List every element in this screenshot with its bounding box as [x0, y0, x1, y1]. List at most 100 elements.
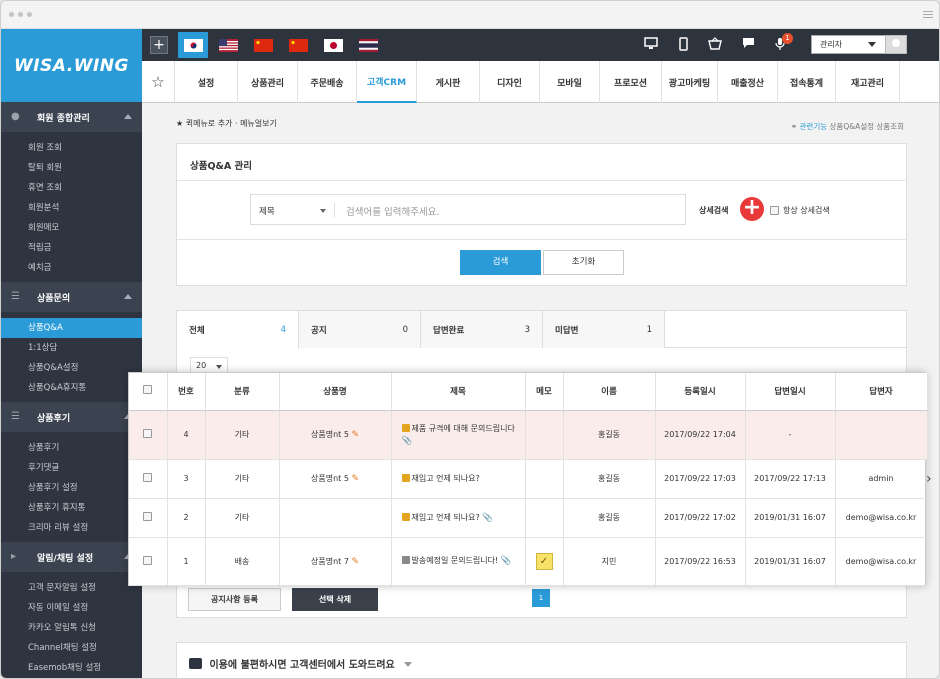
delete-selected-button[interactable]: 선택 삭제 — [292, 588, 378, 611]
column-header[interactable]: 답변일시 — [745, 373, 836, 411]
nav-item-ad-marketing[interactable]: 광고마케팅 — [662, 61, 718, 103]
add-icon[interactable]: + — [150, 36, 168, 54]
row-checkbox[interactable] — [143, 512, 153, 521]
mobile-icon[interactable] — [679, 37, 688, 54]
row-checkbox[interactable] — [143, 555, 153, 565]
sidebar-item[interactable]: 후기댓글 — [1, 458, 142, 478]
sidebar-item[interactable]: 상품후기 설정 — [1, 478, 142, 498]
manual-link[interactable]: 메뉴얼보기 — [240, 119, 277, 128]
chevron-down-icon[interactable] — [404, 662, 413, 667]
sidebar-item[interactable]: Channel채팅 설정 — [1, 638, 142, 658]
china-flag-icon[interactable] — [283, 32, 313, 58]
sidebar-item[interactable]: 크리마 리뷰 설정 — [1, 518, 142, 538]
advanced-search-plus-icon[interactable]: + — [740, 197, 764, 221]
column-header[interactable]: 분류 — [205, 373, 280, 411]
search-button[interactable]: 검색 — [460, 250, 541, 275]
china-flag-icon[interactable] — [248, 32, 278, 58]
japan-flag-icon[interactable] — [318, 32, 348, 58]
sidebar-item[interactable]: 회원메모 — [1, 218, 142, 238]
sidebar-item[interactable]: 고객 문자알림 설정 — [1, 578, 142, 598]
column-header[interactable]: 이름 — [563, 373, 656, 411]
search-field-select[interactable]: 제목 — [259, 205, 275, 217]
sidebar-section-product-inquiry[interactable]: ☰ 상품문의 — [1, 282, 142, 312]
table-row[interactable]: 3 기타 상품명nt 5 ✎ 재입고 언제 되나요? 홍길동 2017/09/2… — [129, 459, 928, 499]
nav-item-promotion[interactable]: 프로모션 — [600, 61, 662, 103]
pencil-icon[interactable]: ✎ — [351, 474, 359, 484]
nav-item-orders[interactable]: 주문배송 — [298, 61, 357, 103]
sidebar-item[interactable]: 회원 조회 — [1, 138, 142, 158]
column-header[interactable]: 상품명 — [279, 373, 392, 411]
sidebar-section-members[interactable]: ● 회원 종합관리 — [1, 102, 142, 132]
register-notice-button[interactable]: 공지사항 등록 — [188, 588, 281, 611]
basket-icon[interactable] — [708, 37, 722, 53]
favorites-star-icon[interactable]: ☆ — [142, 61, 175, 102]
sidebar-item[interactable]: Easemob채팅 설정 — [1, 658, 142, 678]
nav-item-board[interactable]: 게시판 — [417, 61, 480, 103]
tab-notice[interactable]: 공지 0 — [299, 311, 421, 348]
tab-unanswered[interactable]: 미답변 1 — [543, 311, 665, 348]
avatar[interactable] — [885, 35, 907, 54]
row-title[interactable]: 발송예정일 문의드립니다! — [412, 556, 499, 565]
sidebar-section-reviews[interactable]: ☰ 상품후기 — [1, 402, 142, 432]
row-product[interactable]: 상품명nt 5 — [311, 474, 349, 483]
page-number[interactable]: 1 — [532, 589, 550, 607]
always-advanced-option[interactable]: 항상 상세검색 — [770, 205, 830, 216]
column-header[interactable]: 답변자 — [835, 373, 928, 411]
help-bar[interactable]: 이용에 불편하시면 고객센터에서 도와드려요 — [176, 642, 907, 678]
sidebar-item[interactable]: 예치금 — [1, 258, 142, 278]
memo-icon[interactable]: ✓ — [535, 552, 553, 570]
collapse-icon[interactable] — [124, 294, 132, 299]
nav-item-design[interactable]: 디자인 — [480, 61, 540, 103]
table-row[interactable]: 1 배송 상품명nt 7 ✎ 발송예정일 문의드립니다! 📎 ✓ 지민 2017… — [129, 537, 928, 586]
row-title[interactable]: 재입고 언제 되나요? — [412, 474, 480, 483]
row-product[interactable]: 상품명nt 5 — [311, 430, 349, 439]
nav-item-mobile[interactable]: 모바일 — [540, 61, 600, 103]
column-header[interactable]: 번호 — [167, 373, 206, 411]
reset-button[interactable]: 초기화 — [543, 250, 624, 275]
table-row[interactable]: 4 기타 상품명nt 5 ✎ 제품 규격에 대해 문의드립니다 📎 홍길동 20… — [129, 410, 928, 460]
nav-item-crm[interactable]: 고객CRM — [357, 61, 417, 103]
column-header[interactable]: 메모 — [525, 373, 564, 411]
sidebar-item-active[interactable]: 상품Q&A — [1, 318, 142, 338]
table-row[interactable]: 2 기타 재입고 언제 되나요? 📎 홍길동 2017/09/22 17:02 … — [129, 498, 928, 538]
related-link[interactable]: 상품Q&A설정 상품조회 — [830, 122, 904, 131]
add-quick-menu-link[interactable]: 퀵메뉴로 추가 — [186, 119, 233, 128]
chevron-down-icon[interactable] — [320, 209, 326, 213]
sidebar-item[interactable]: 상품후기 — [1, 438, 142, 458]
column-header[interactable]: 제목 — [391, 373, 526, 411]
sidebar-item[interactable]: 회원분석 — [1, 198, 142, 218]
sidebar-item[interactable]: 1:1상담 — [1, 338, 142, 358]
sidebar-item[interactable]: 상품후기 휴지통 — [1, 498, 142, 518]
search-input[interactable]: 검색어를 입력해주세요. — [346, 204, 439, 218]
checkbox[interactable] — [770, 206, 779, 215]
sidebar-item[interactable]: 적립금 — [1, 238, 142, 258]
nav-item-settings[interactable]: 설정 — [175, 61, 238, 103]
tab-answered[interactable]: 답변완료 3 — [421, 311, 543, 348]
hamburger-icon[interactable] — [923, 9, 933, 20]
nav-item-products[interactable]: 상품관리 — [238, 61, 298, 103]
monitor-icon[interactable] — [644, 37, 658, 53]
row-checkbox[interactable] — [143, 473, 153, 482]
logo[interactable]: WISA.WING — [1, 29, 142, 102]
sidebar-item[interactable]: 상품Q&A설정 — [1, 358, 142, 378]
select-all-checkbox[interactable] — [143, 385, 153, 395]
tab-all[interactable]: 전체 4 — [177, 311, 299, 349]
chat-icon[interactable] — [742, 37, 755, 52]
nav-item-inventory[interactable]: 재고관리 — [836, 61, 900, 103]
row-title[interactable]: 제품 규격에 대해 문의드립니다 — [412, 424, 515, 433]
collapse-icon[interactable] — [124, 114, 132, 119]
row-product[interactable]: 상품명nt 7 — [311, 557, 349, 566]
korea-flag-icon[interactable] — [178, 32, 208, 58]
row-checkbox[interactable] — [143, 429, 153, 438]
sidebar-item[interactable]: 카카오 알림톡 신청 — [1, 618, 142, 638]
sidebar-item[interactable]: 상품Q&A휴지통 — [1, 378, 142, 398]
sidebar-item[interactable]: 휴면 조회 — [1, 178, 142, 198]
column-header[interactable]: 등록일시 — [655, 373, 746, 411]
sidebar-item[interactable]: 탈퇴 회원 — [1, 158, 142, 178]
row-title[interactable]: 재입고 언제 되나요? — [412, 513, 480, 522]
nav-item-sales[interactable]: 매출정산 — [718, 61, 778, 103]
pencil-icon[interactable]: ✎ — [351, 430, 359, 440]
nav-item-stats[interactable]: 접속통계 — [778, 61, 836, 103]
pencil-icon[interactable]: ✎ — [351, 557, 359, 567]
scroll-next-icon[interactable]: › — [926, 471, 932, 487]
